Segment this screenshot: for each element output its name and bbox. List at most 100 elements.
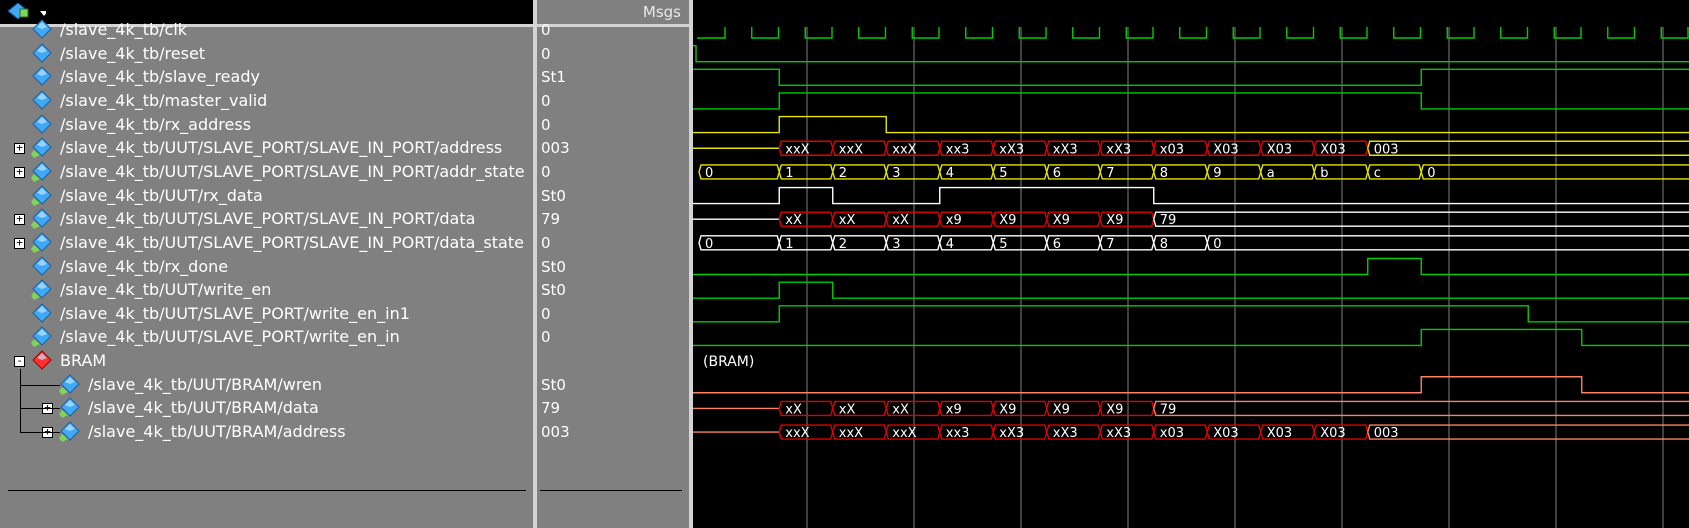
bus-segment bbox=[1206, 235, 1689, 251]
signal-row[interactable]: + /slave_4k_tb/UUT/SLAVE_PORT/SLAVE_IN_PO… bbox=[0, 231, 533, 255]
bus-value-label: 3 bbox=[892, 237, 900, 252]
bus-value-label: 3 bbox=[892, 166, 900, 181]
signal-row[interactable]: /slave_4k_tb/rx_address bbox=[0, 113, 533, 137]
bus-value-label: X03 bbox=[1213, 426, 1238, 441]
signal-name: /slave_4k_tb/clk bbox=[60, 20, 188, 39]
cursor-row-line-values bbox=[540, 490, 682, 491]
signal-name: /slave_4k_tb/UUT/write_en bbox=[60, 280, 272, 300]
signal-row[interactable]: + /slave_4k_tb/UUT/SLAVE_PORT/SLAVE_IN_PO… bbox=[0, 160, 533, 184]
bus-value-label: 5 bbox=[999, 237, 1007, 252]
bus-value-label: X03 bbox=[1320, 142, 1345, 157]
bus-value-label: 5 bbox=[999, 166, 1007, 181]
signal-name: /slave_4k_tb/UUT/SLAVE_PORT/SLAVE_IN_POR… bbox=[60, 232, 524, 252]
signal-row[interactable]: /slave_4k_tb/slave_ready bbox=[0, 65, 533, 89]
bus-value-label: x9 bbox=[946, 402, 962, 417]
signal-icon bbox=[59, 397, 80, 419]
signal-row[interactable]: /slave_4k_tb/UUT/rx_data bbox=[0, 184, 533, 208]
signal-row[interactable]: - BRAM bbox=[0, 349, 533, 373]
waveform-pane[interactable]: xxX xxX xxX xx3 xX3 xX3 xX3 x03 X03 X03 X03 003xxX x… bbox=[693, 27, 1689, 528]
signal-icon bbox=[32, 66, 52, 87]
signal-row[interactable]: + /slave_4k_tb/UUT/SLAVE_PORT/SLAVE_IN_PO… bbox=[0, 136, 533, 160]
collapse-icon[interactable]: - bbox=[14, 355, 25, 368]
wave-trace bbox=[693, 305, 1689, 323]
signal-icon bbox=[32, 42, 52, 63]
signal-icon bbox=[31, 208, 52, 230]
signal-name: /slave_4k_tb/rx_done bbox=[60, 256, 229, 276]
signal-value: 0 bbox=[541, 304, 551, 323]
wave-trace bbox=[693, 44, 1689, 63]
signal-row[interactable]: /slave_4k_tb/master_valid bbox=[0, 89, 533, 113]
bus-value-label: 0 bbox=[1427, 166, 1435, 181]
bus-value-label: X03 bbox=[1267, 142, 1292, 157]
signal-name: /slave_4k_tb/UUT/BRAM/wren bbox=[88, 374, 323, 394]
signal-row[interactable]: /slave_4k_tb/clk bbox=[0, 18, 533, 42]
bus-value-label: 79 bbox=[1160, 213, 1177, 228]
signal-icon bbox=[31, 161, 52, 182]
bus-value-label: xxX bbox=[785, 426, 809, 441]
bus-value-label: 0 bbox=[705, 237, 713, 252]
signal-row[interactable]: +/slave_4k_tb/UUT/BRAM/data bbox=[0, 396, 533, 420]
signal-name: /slave_4k_tb/UUT/rx_data bbox=[60, 185, 263, 205]
expand-icon[interactable]: + bbox=[14, 142, 25, 155]
signal-row[interactable]: /slave_4k_tb/UUT/write_en bbox=[0, 278, 533, 302]
signal-icon bbox=[32, 19, 52, 39]
bus-value-label: x03 bbox=[1160, 142, 1184, 157]
bus-value-label: xX bbox=[785, 402, 802, 417]
bus-segment bbox=[1367, 140, 1689, 156]
expand-icon[interactable]: + bbox=[14, 237, 25, 249]
expand-icon[interactable]: + bbox=[14, 213, 25, 226]
signal-name-pane[interactable]: /slave_4k_tb/clk/slave_4k_tb/reset/slave… bbox=[0, 19, 533, 528]
bus-value-label: X9 bbox=[1053, 213, 1070, 228]
bus-value-label: X9 bbox=[1106, 402, 1123, 417]
wave-trace bbox=[693, 328, 1689, 347]
signal-icon bbox=[31, 326, 52, 348]
bus-value-label: 003 bbox=[1374, 426, 1399, 441]
expand-icon[interactable]: + bbox=[14, 166, 25, 178]
bus-value-label: 6 bbox=[1053, 166, 1061, 181]
wave-trace bbox=[693, 281, 1689, 299]
bus-value-label: 1 bbox=[785, 237, 793, 252]
cursor-row-line bbox=[8, 490, 526, 491]
signal-row[interactable]: /slave_4k_tb/UUT/SLAVE_PORT/write_en_in bbox=[0, 325, 533, 349]
tree-line bbox=[20, 384, 60, 386]
wave-trace bbox=[693, 257, 1689, 276]
bus-value-label: X03 bbox=[1320, 426, 1345, 441]
tree-line bbox=[20, 408, 60, 410]
signal-row[interactable]: /slave_4k_tb/UUT/SLAVE_PORT/write_en_in1 bbox=[0, 302, 533, 326]
signal-name: /slave_4k_tb/UUT/SLAVE_PORT/SLAVE_IN_POR… bbox=[60, 138, 503, 158]
signal-icon bbox=[31, 184, 52, 206]
bus-value-label: 8 bbox=[1160, 166, 1168, 181]
pane-divider-names[interactable] bbox=[533, 0, 537, 528]
signal-icon bbox=[31, 232, 52, 253]
bus-value-label: xX3 bbox=[1053, 142, 1078, 157]
bus-value-label: x03 bbox=[1160, 426, 1184, 441]
bus-value-label: 8 bbox=[1160, 237, 1168, 252]
signal-row[interactable]: /slave_4k_tb/UUT/BRAM/wren bbox=[0, 373, 533, 397]
signal-row[interactable]: /slave_4k_tb/reset bbox=[0, 42, 533, 66]
signal-row[interactable]: /slave_4k_tb/rx_done bbox=[0, 255, 533, 279]
bus-value-label: X03 bbox=[1267, 426, 1292, 441]
bus-value-label: a bbox=[1267, 166, 1275, 181]
signal-row[interactable]: +/slave_4k_tb/UUT/BRAM/address bbox=[0, 420, 533, 444]
signal-row[interactable]: + /slave_4k_tb/UUT/SLAVE_PORT/SLAVE_IN_PO… bbox=[0, 207, 533, 231]
bus-segment bbox=[1153, 400, 1689, 417]
bus-value-label: X03 bbox=[1213, 142, 1238, 157]
bus-value-label: xX bbox=[839, 213, 856, 228]
bus-value-label: 9 bbox=[1213, 166, 1221, 181]
tree-line bbox=[20, 369, 21, 433]
bus-value-label: 7 bbox=[1106, 166, 1114, 181]
bus-value-label: 003 bbox=[1374, 142, 1399, 157]
bus-value-label: xX bbox=[839, 402, 856, 417]
signal-name: /slave_4k_tb/UUT/SLAVE_PORT/SLAVE_IN_POR… bbox=[60, 161, 525, 181]
signal-icon bbox=[32, 303, 52, 323]
signal-icon bbox=[32, 90, 52, 110]
signal-value-pane[interactable]: 0 0 St1 0 0 003 0 St0 79 0 St0 St0 0 0 St0 79 003 bbox=[537, 21, 689, 528]
bus-value-label: X9 bbox=[1106, 213, 1123, 228]
signal-value: St0 bbox=[541, 257, 566, 276]
msgs-header: Msgs bbox=[537, 0, 689, 26]
bus-value-label: xxX bbox=[785, 142, 809, 157]
signal-name: /slave_4k_tb/reset bbox=[60, 43, 206, 63]
wave-trace bbox=[693, 92, 1689, 110]
signal-name: /slave_4k_tb/UUT/SLAVE_PORT/SLAVE_IN_POR… bbox=[60, 209, 476, 229]
wave-trace bbox=[693, 68, 1689, 86]
